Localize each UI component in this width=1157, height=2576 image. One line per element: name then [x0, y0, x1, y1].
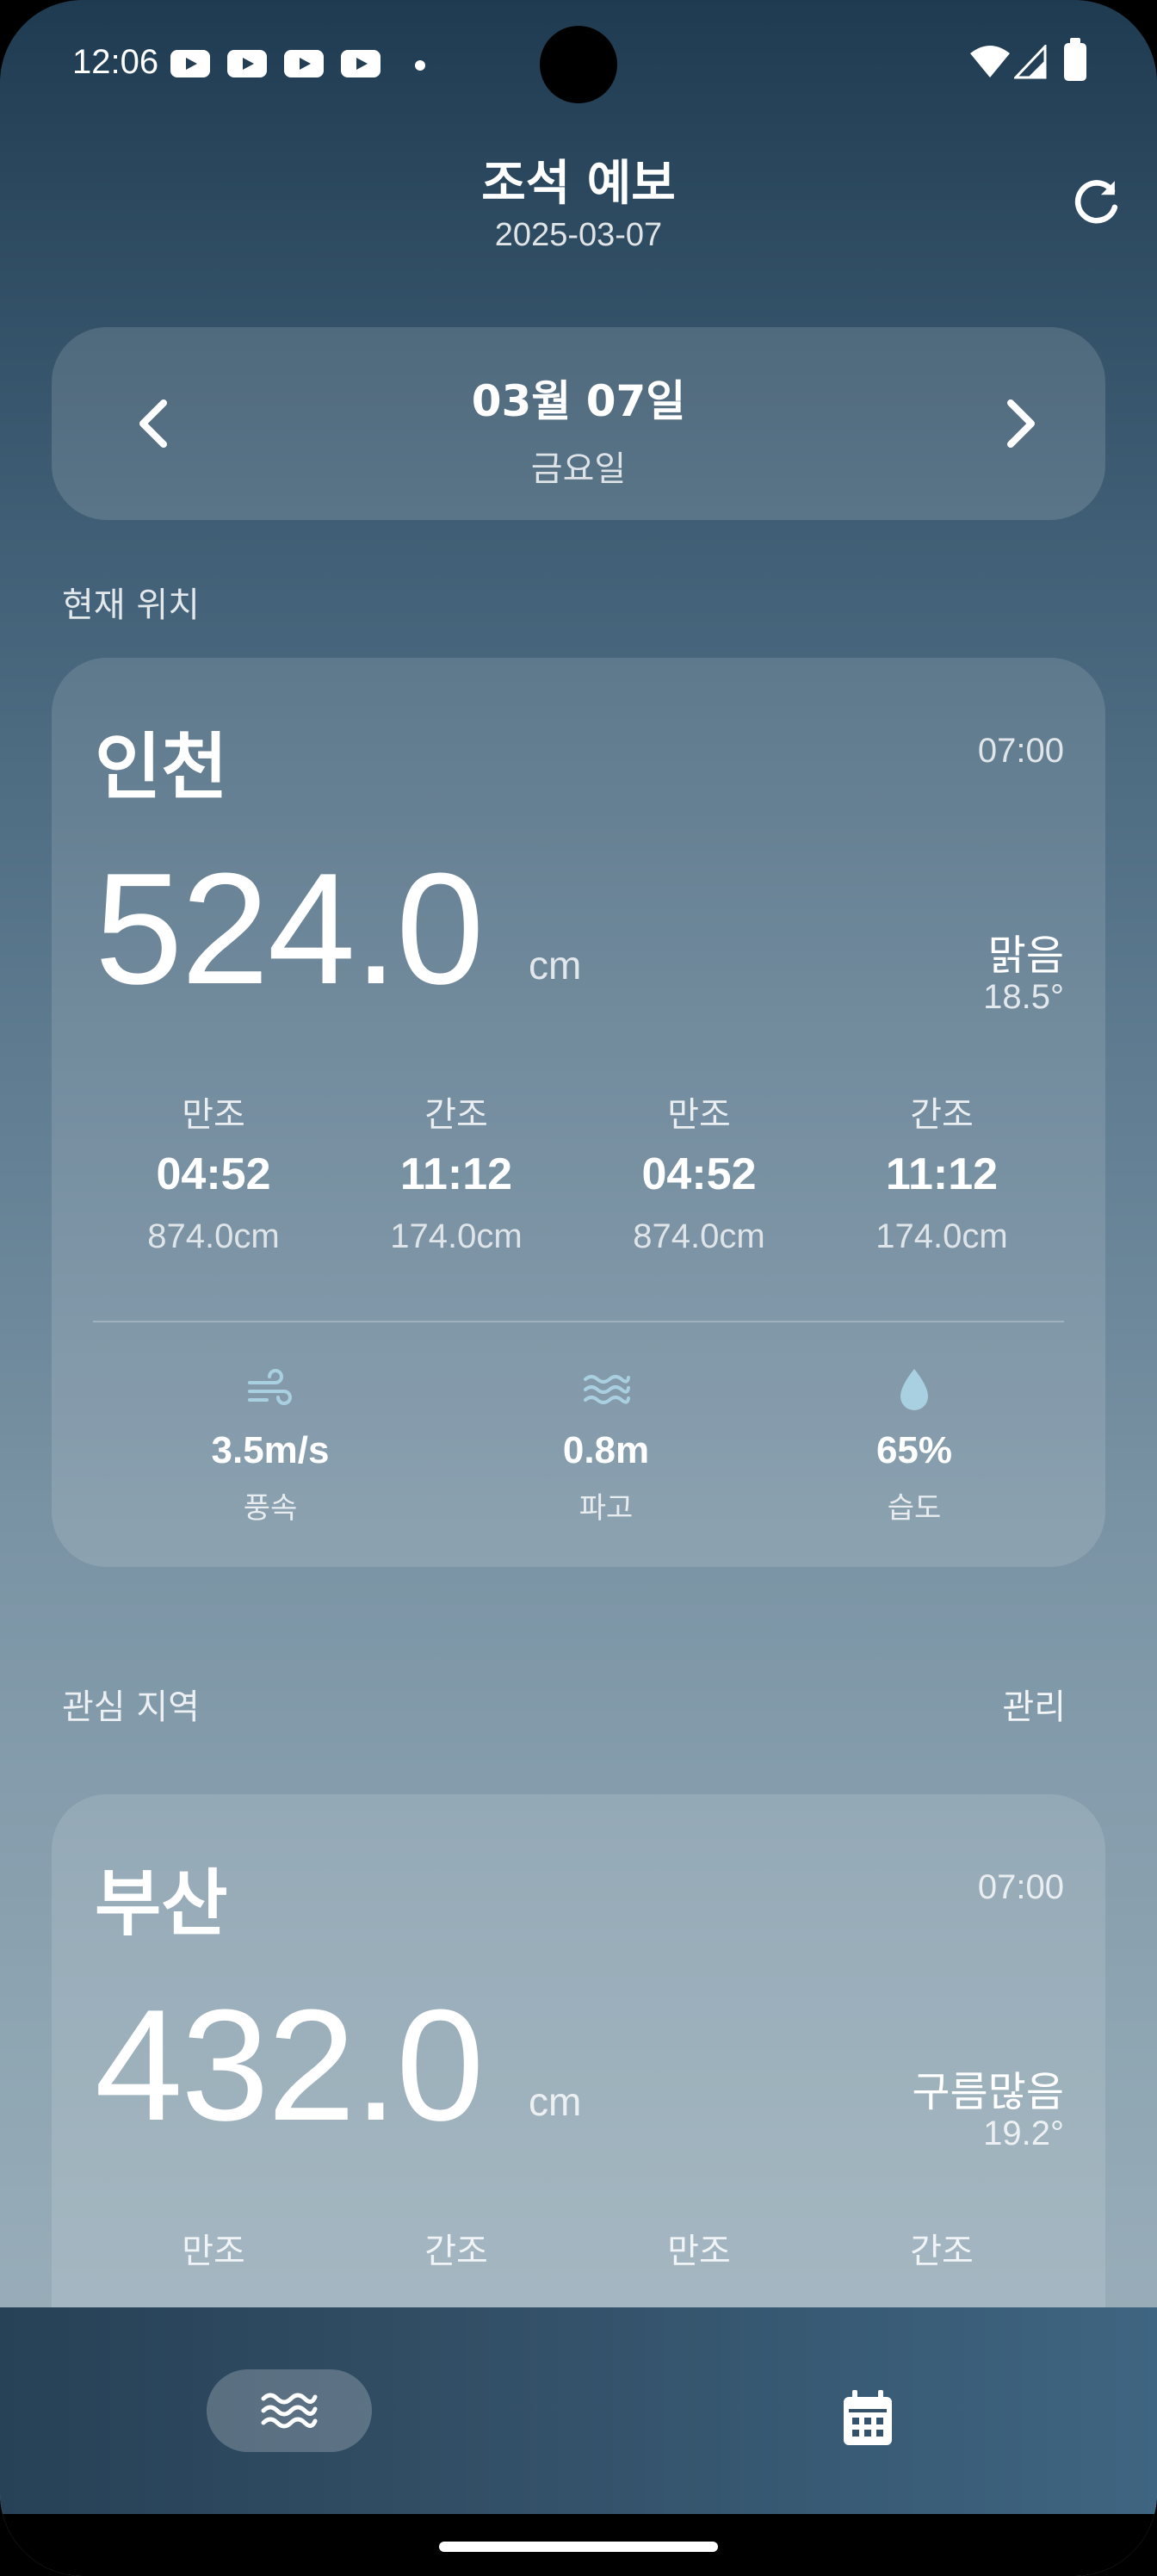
card-city: 인천 [95, 725, 228, 809]
tide-event-height: 874.0cm [633, 1217, 765, 1255]
status-time: 12:06 [72, 43, 159, 81]
tide-level-unit: cm [529, 943, 582, 988]
weather-condition: 맑음 [987, 932, 1064, 980]
date-selector: 03월 07일 금요일 [52, 327, 1105, 520]
youtube-notification-icon [227, 50, 267, 77]
calendar-icon[interactable] [833, 2383, 902, 2452]
page-date: 2025-03-07 [494, 217, 663, 253]
selected-weekday: 금요일 [530, 449, 627, 489]
nav-tide-forecast[interactable] [207, 2369, 372, 2452]
stat-value: 3.5m/s [211, 1429, 330, 1471]
tide-event-type: 간조 [424, 1095, 488, 1135]
tide-event-time: 11:12 [399, 1149, 513, 1199]
home-gesture-bar[interactable] [439, 2542, 718, 2552]
card-divider [93, 1321, 1064, 1322]
more-notifications-dot-icon [415, 60, 425, 71]
tide-card-busan[interactable]: 부산 07:00 432.0 cm 구름많음 19.2° 만조 간조 만조 간조 [52, 1794, 1105, 2397]
tide-level: 524.0 [95, 839, 484, 1017]
chevron-right-icon[interactable] [985, 389, 1054, 458]
tide-event-time: 04:52 [156, 1149, 271, 1199]
app-screen: 12:06 조석 예보 2025-03-07 03월 07일 금요일 현재 위치… [0, 0, 1157, 2576]
tide-event-type: 만조 [182, 1095, 245, 1135]
stat-label: 파고 [578, 1491, 634, 1526]
tide-event-height: 874.0cm [147, 1217, 280, 1255]
tide-event-type: 만조 [667, 1095, 731, 1135]
card-time: 07:00 [977, 732, 1064, 770]
temperature: 18.5° [983, 978, 1064, 1016]
wind-icon [248, 1369, 292, 1405]
youtube-notification-icon [170, 50, 210, 77]
signal-icon [1014, 45, 1047, 79]
tide-event-type: 간조 [424, 2232, 488, 2271]
wave-icon [584, 1375, 630, 1404]
wifi-icon [970, 46, 1010, 77]
tide-event-height: 174.0cm [875, 1217, 1008, 1255]
tide-level-unit: cm [529, 2079, 582, 2124]
camera-cutout [540, 26, 617, 103]
tide-event-type: 만조 [667, 2232, 731, 2271]
current-location-label: 현재 위치 [62, 585, 200, 625]
stat-value: 0.8m [562, 1429, 650, 1471]
youtube-notification-icon [341, 50, 381, 77]
tide-event-type: 간조 [910, 1095, 974, 1135]
card-time: 07:00 [977, 1868, 1064, 1906]
status-bar: 12:06 [0, 0, 1157, 129]
tide-level: 432.0 [95, 1976, 484, 2153]
stat-label: 습도 [887, 1491, 942, 1526]
selected-date: 03월 07일 [471, 376, 686, 426]
manage-favorites-button[interactable]: 관리 [1002, 1679, 1066, 1729]
refresh-icon[interactable] [1066, 172, 1126, 232]
tide-event-time: 04:52 [641, 1149, 757, 1199]
stat-value: 65% [875, 1429, 953, 1471]
battery-icon [1064, 38, 1086, 81]
weather-condition: 구름많음 [912, 2068, 1064, 2116]
youtube-notification-icon [284, 50, 324, 77]
tide-event-time: 11:12 [885, 1149, 999, 1199]
favorites-label: 관심 지역 [62, 1687, 200, 1727]
tide-event-type: 만조 [182, 2232, 245, 2271]
temperature: 19.2° [983, 2115, 1064, 2152]
stat-label: 풍속 [243, 1491, 298, 1526]
waves-icon [261, 2393, 318, 2429]
tide-card-incheon[interactable]: 인천 07:00 524.0 cm 맑음 18.5° 만조 04:52 874.… [52, 658, 1105, 1567]
tide-event-type: 간조 [910, 2232, 974, 2271]
page-title: 조석 예보 [481, 156, 676, 212]
humidity-drop-icon [900, 1369, 928, 1410]
bottom-navigation [0, 2307, 1157, 2514]
tide-event-height: 174.0cm [390, 1217, 523, 1255]
card-city: 부산 [95, 1861, 228, 1946]
